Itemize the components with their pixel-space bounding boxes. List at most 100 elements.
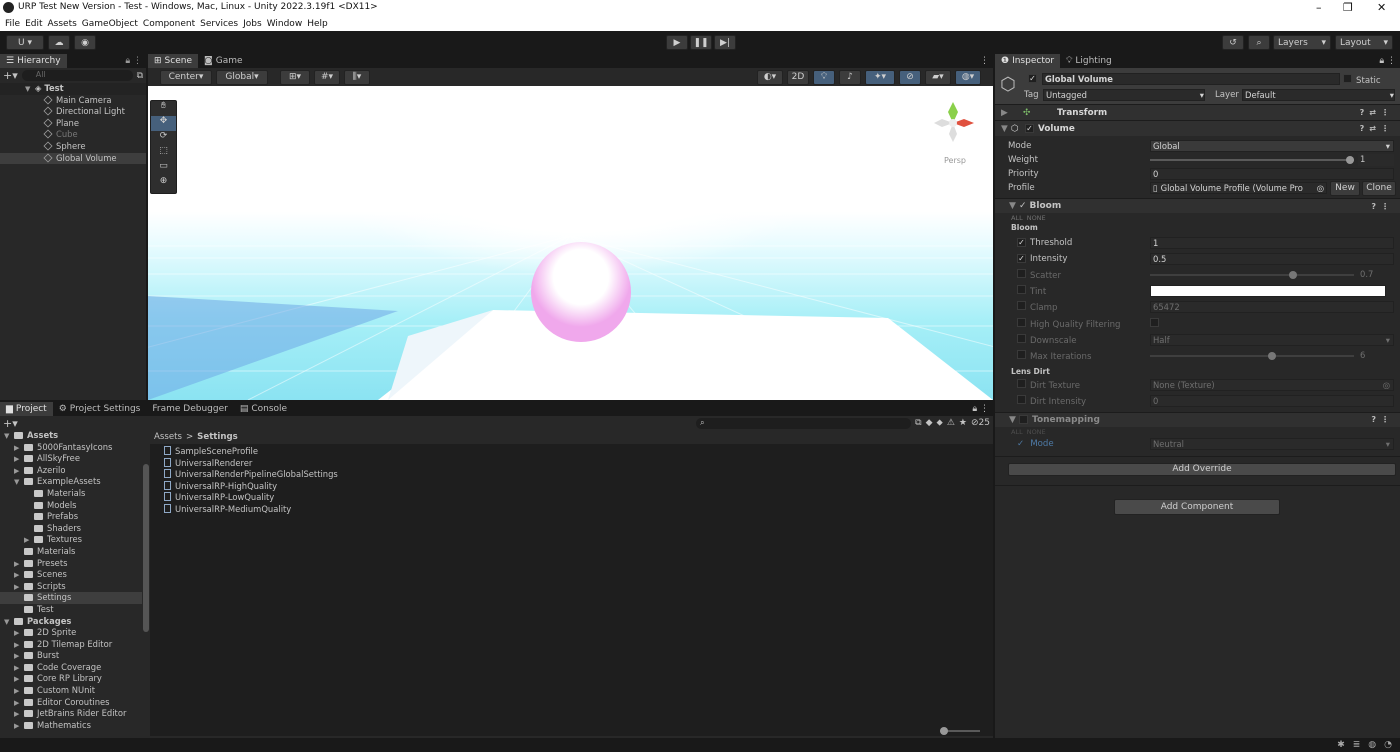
scene-viewport[interactable]: ✋︎ ✥ ⟳ ⬚ ▭ ⊕ Persp (148, 86, 993, 400)
stack-icon[interactable]: ≣ (1353, 740, 1361, 750)
tonemapping-enabled-checkbox[interactable] (1019, 415, 1028, 425)
menu-jobs[interactable]: Jobs (243, 19, 262, 29)
slider-value[interactable]: 6 (1358, 350, 1394, 362)
lock-icon[interactable]: 🔒︎ ⋮ (125, 56, 142, 66)
folder-tree-item[interactable]: ▶ Mathematics (0, 720, 142, 732)
warning-icon[interactable]: ⚠ (947, 418, 955, 428)
folder-tree-item[interactable]: Shaders (0, 523, 142, 535)
override-checkbox[interactable] (1017, 378, 1026, 388)
component-menu-icons[interactable]: ?⇄⋮ (1360, 124, 1394, 133)
folder-tree-item[interactable]: ▶ Presets (0, 558, 142, 570)
lighting-icon[interactable]: 💡︎ (813, 69, 835, 85)
breadcrumb-assets[interactable]: Assets (154, 432, 182, 442)
transform-component-header[interactable]: ▶ ✣ Transform ?⇄⋮ (995, 104, 1400, 120)
increment-snap-icon[interactable]: ⫼▾ (344, 69, 370, 85)
chevron-down-icon[interactable]: ▼ (14, 477, 24, 489)
profile-object-field[interactable]: ▯ Global Volume Profile (Volume Pro ◎ (1150, 182, 1327, 194)
tree-scrollbar[interactable] (143, 464, 149, 632)
minimize-button[interactable]: – (1316, 1, 1322, 14)
override-menu-icons[interactable]: ?⋮ (1371, 415, 1394, 424)
bloom-slider[interactable]: 6 (1150, 350, 1394, 362)
menu-gameobject[interactable]: GameObject (82, 19, 138, 29)
menu-help[interactable]: Help (307, 19, 328, 29)
network-icon[interactable]: ◍ (1368, 740, 1376, 750)
folder-tree-item[interactable]: ▶ Core RP Library (0, 673, 142, 685)
folder-tree-item[interactable]: ▶ Code Coverage (0, 662, 142, 674)
folder-tree-item[interactable]: Materials (0, 488, 142, 500)
bloom-none-button[interactable]: NONE (1027, 214, 1046, 222)
transform-tool-icon[interactable]: ⊕ (151, 176, 176, 191)
collab-icon[interactable]: ◉ (74, 35, 96, 50)
mode-dropdown[interactable]: Global ▾ (1150, 140, 1394, 152)
scene-visibility-icon[interactable]: ⧉ (137, 71, 143, 81)
menu-services[interactable]: Services (200, 19, 238, 29)
override-checkbox[interactable] (1017, 394, 1026, 404)
tonemapping-override-header[interactable]: ▼ Tonemapping ?⋮ (995, 412, 1400, 427)
component-menu-icons[interactable]: ?⇄⋮ (1360, 108, 1394, 117)
bloom-dropdown[interactable]: Half ▾ (1150, 333, 1394, 346)
bloom-enabled-checkbox[interactable]: ✓ (1019, 201, 1027, 211)
hierarchy-search-input[interactable]: All (21, 70, 133, 81)
tab-frame-debugger[interactable]: Frame Debugger (146, 402, 233, 416)
tab-project-settings[interactable]: ⚙ Project Settings (53, 402, 147, 416)
override-checkbox[interactable]: ✓ (1017, 238, 1026, 248)
asset-item[interactable]: SampleSceneProfile (164, 446, 993, 458)
rect-tool-icon[interactable]: ▭ (151, 161, 176, 176)
asset-item[interactable]: UniversalRenderPipelineGlobalSettings (164, 469, 993, 481)
override-checkbox[interactable]: ✓ (1017, 254, 1026, 264)
bug-icon[interactable]: ✱ (1337, 740, 1345, 750)
layers-dropdown[interactable]: Layers ▾ (1273, 35, 1331, 50)
folder-tree-item[interactable]: ▶ 2D Sprite (0, 627, 142, 639)
volume-enabled-checkbox[interactable]: ✓ (1025, 124, 1034, 133)
profile-clone-button[interactable]: Clone (1362, 180, 1396, 196)
more-icon[interactable]: ⋮ (980, 56, 989, 66)
tab-lighting[interactable]: 💡︎ Lighting (1060, 54, 1118, 68)
lock-icon[interactable]: 🔒︎ ⋮ (1379, 56, 1396, 66)
maximize-button[interactable]: ❐ (1343, 1, 1353, 14)
tint-color-field[interactable] (1150, 285, 1386, 298)
persp-label[interactable]: Persp (944, 156, 966, 165)
folder-tree-item[interactable]: ▶ Textures (0, 534, 142, 546)
rotate-tool-icon[interactable]: ⟳ (151, 131, 176, 146)
zoom-slider-knob[interactable] (940, 727, 948, 735)
zoom-slider[interactable] (940, 727, 980, 735)
add-icon[interactable]: +▾ (3, 69, 18, 82)
chevron-down-icon[interactable]: ▼ (4, 431, 14, 443)
slider-knob[interactable] (1268, 351, 1277, 360)
bloom-field[interactable]: 0.5 (1150, 253, 1394, 266)
hierarchy-item-sphere[interactable]: Sphere (0, 141, 146, 153)
object-picker-icon[interactable]: ◎ (1383, 380, 1390, 390)
project-search-input[interactable]: ⌕ (696, 417, 912, 429)
tab-inspector[interactable]: ❶ Inspector (995, 54, 1061, 68)
orientation-gizmo-icon[interactable] (928, 98, 978, 148)
override-checkbox[interactable] (1017, 301, 1026, 311)
layout-dropdown[interactable]: Layout ▾ (1335, 35, 1393, 50)
close-button[interactable]: ✕ (1377, 1, 1386, 14)
play-icon[interactable]: ▶ (666, 35, 688, 50)
profile-new-button[interactable]: New (1330, 180, 1360, 196)
tonemapping-all-button[interactable]: ALL (1011, 428, 1023, 436)
tab-project[interactable]: ▆ Project (0, 402, 53, 416)
folder-tree-item[interactable]: ▶ 2D Tilemap Editor (0, 639, 142, 651)
account-button[interactable]: U ▾ (6, 35, 44, 50)
filter-type-icon[interactable]: ◆ (926, 418, 933, 428)
hierarchy-item-directional-light[interactable]: Directional Light (0, 106, 146, 118)
folder-tree-item[interactable]: Test (0, 604, 142, 616)
folder-tree-item[interactable]: ▶ Custom NUnit (0, 685, 142, 697)
pause-icon[interactable]: ❚❚ (690, 35, 712, 50)
hq-filtering-toggle[interactable] (1150, 317, 1400, 330)
tag-dropdown[interactable]: Untagged ▾ (1043, 89, 1205, 101)
folder-tree-item[interactable]: Models (0, 500, 142, 512)
folder-tree-item[interactable]: Materials (0, 546, 142, 558)
tab-scene[interactable]: ⊞ Scene (148, 54, 198, 68)
add-component-button[interactable]: Add Component (1114, 498, 1280, 515)
folder-tree-item[interactable]: ▼ Packages (0, 616, 142, 628)
folder-tree-item[interactable]: ▼ ExampleAssets (0, 476, 142, 488)
bloom-field[interactable]: 65472 (1150, 301, 1394, 314)
hierarchy-item-plane[interactable]: Plane (0, 118, 146, 130)
volume-component-header[interactable]: ▼ ⬡ ✓ Volume ?⇄⋮ (995, 120, 1400, 136)
chevron-right-icon[interactable]: ▶ (14, 686, 24, 698)
folder-tree-item[interactable]: Settings (0, 592, 142, 604)
grid-snap-icon[interactable]: #▾ (314, 69, 340, 85)
weight-slider[interactable]: 1 (1150, 154, 1394, 166)
